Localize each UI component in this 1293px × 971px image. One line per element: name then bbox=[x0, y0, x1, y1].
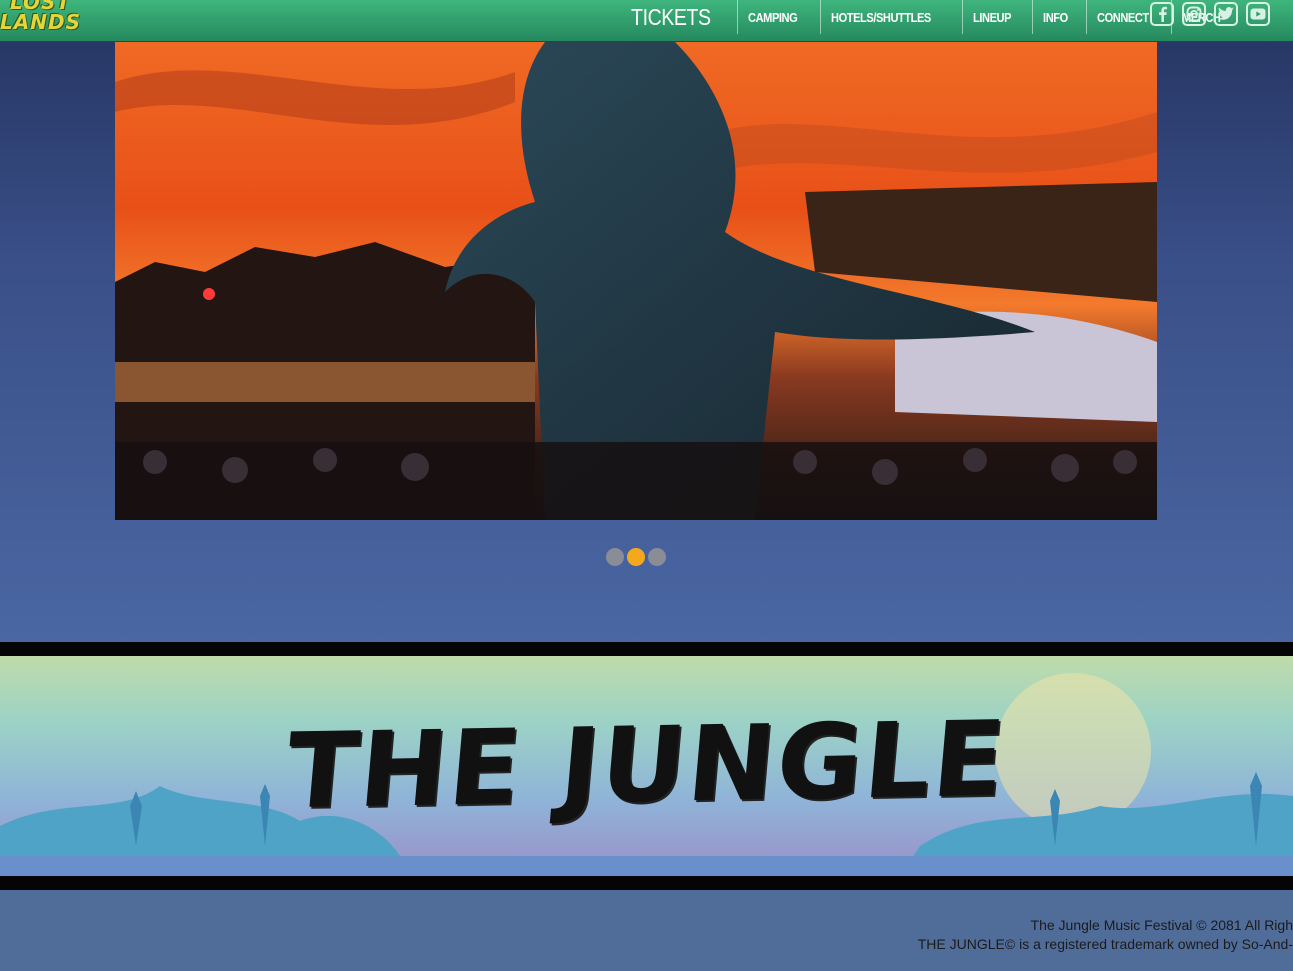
footer-line-1: The Jungle Music Festival © 2081 All Rig… bbox=[1030, 917, 1293, 933]
facebook-icon[interactable] bbox=[1150, 2, 1174, 26]
nav-item-info[interactable]: INFO bbox=[1031, 0, 1078, 34]
carousel-dots bbox=[606, 548, 666, 566]
nav-item-camping[interactable]: CAMPING bbox=[736, 0, 807, 34]
nav-item-connect[interactable]: CONNECT bbox=[1085, 0, 1159, 34]
youtube-icon[interactable] bbox=[1246, 2, 1270, 26]
top-navigation-bar: LOST LANDS TICKETS CAMPING HOTELS/SHUTTL… bbox=[0, 0, 1293, 42]
footer-line-2: THE JUNGLE© is a registered trademark ow… bbox=[917, 936, 1293, 952]
lost-lands-logo[interactable]: LOST LANDS bbox=[0, 0, 84, 40]
carousel-dot-2[interactable] bbox=[627, 548, 645, 566]
nav-item-tickets[interactable]: TICKETS bbox=[620, 0, 719, 38]
nav-item-lineup[interactable]: LINEUP bbox=[961, 0, 1021, 34]
jungle-banner-frame: THE JUNGLE bbox=[0, 642, 1293, 890]
hero-carousel-image[interactable] bbox=[115, 42, 1157, 520]
carousel-dot-3[interactable] bbox=[648, 548, 666, 566]
instagram-icon[interactable] bbox=[1182, 2, 1206, 26]
twitter-icon[interactable] bbox=[1214, 2, 1238, 26]
logo-line-2: LANDS bbox=[0, 10, 81, 34]
banner-title: THE JUNGLE bbox=[281, 697, 1012, 833]
social-links bbox=[1150, 2, 1270, 26]
footer-copyright: The Jungle Music Festival © 2081 All Rig… bbox=[793, 916, 1293, 954]
footer: The Jungle Music Festival © 2081 All Rig… bbox=[0, 890, 1293, 971]
jungle-banner: THE JUNGLE bbox=[0, 656, 1293, 876]
nav-item-hotels-shuttles[interactable]: HOTELS/SHUTTLES bbox=[819, 0, 941, 34]
nav-menu: TICKETS CAMPING HOTELS/SHUTTLES LINEUP I… bbox=[620, 0, 1242, 41]
carousel-dot-1[interactable] bbox=[606, 548, 624, 566]
